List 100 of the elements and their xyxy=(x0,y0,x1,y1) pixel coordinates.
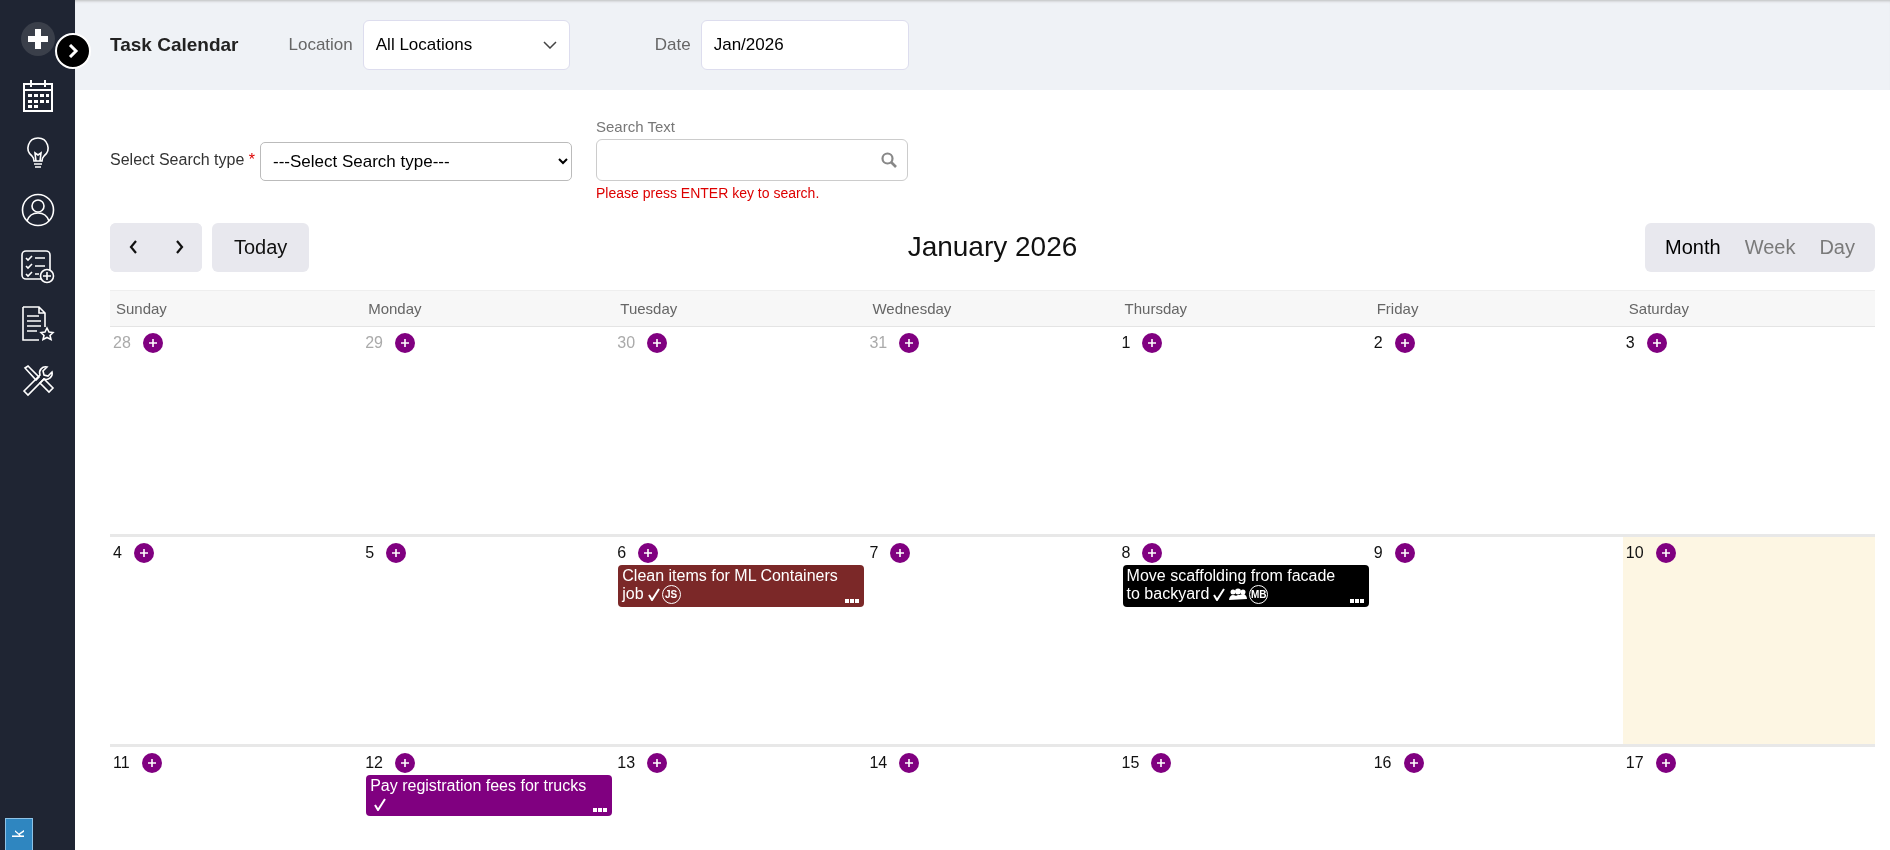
plus-icon xyxy=(147,759,156,767)
month-title: January 2026 xyxy=(907,231,1078,263)
add-task-button[interactable] xyxy=(638,543,659,563)
task-event[interactable]: Clean items for ML Containers job JS xyxy=(618,565,865,608)
plus-icon xyxy=(400,759,409,767)
view-tab[interactable]: Month xyxy=(1653,235,1733,259)
day-number: 5 xyxy=(365,544,375,562)
day-number: 9 xyxy=(1373,544,1383,562)
search-type-label: Select Search type * xyxy=(110,151,255,169)
document-star-icon[interactable] xyxy=(20,305,55,342)
lightbulb-icon[interactable] xyxy=(24,135,51,170)
date-label: Date xyxy=(654,35,691,55)
day-number: 1 xyxy=(1121,334,1131,352)
expand-button[interactable] xyxy=(55,33,91,69)
add-icon[interactable] xyxy=(19,20,56,57)
add-task-button[interactable] xyxy=(386,543,407,563)
add-task-button[interactable] xyxy=(1655,543,1676,563)
day-number: 31 xyxy=(869,334,888,352)
day-number: 28 xyxy=(113,334,131,352)
day-number: 12 xyxy=(365,754,383,772)
plus-icon xyxy=(1148,339,1157,347)
add-task-button[interactable] xyxy=(1403,753,1424,773)
day-number: 7 xyxy=(869,544,879,562)
more-icon[interactable] xyxy=(845,599,860,604)
plus-icon xyxy=(905,759,914,767)
task-event[interactable]: Move scaffolding from facade to backyard MB xyxy=(1122,565,1369,608)
add-task-button[interactable] xyxy=(899,753,920,773)
weekday-header: Tuesday xyxy=(619,300,679,317)
search-text-label: Search Text xyxy=(596,118,676,135)
today-button[interactable]: Today xyxy=(212,222,310,272)
add-task-button[interactable] xyxy=(647,753,668,773)
add-task-button[interactable] xyxy=(1646,333,1667,353)
weekday-header: Monday xyxy=(367,300,423,317)
plus-icon xyxy=(1661,549,1670,557)
weekday-header: Saturday xyxy=(1627,300,1690,317)
search-icon[interactable] xyxy=(881,152,897,168)
add-task-button[interactable] xyxy=(394,753,415,773)
page-title: Task Calendar xyxy=(110,34,239,56)
tools-icon[interactable] xyxy=(20,363,55,398)
plus-icon xyxy=(653,759,662,767)
add-task-button[interactable] xyxy=(1394,543,1415,563)
day-number: 2 xyxy=(1373,334,1383,352)
add-task-button[interactable] xyxy=(394,333,415,353)
plus-icon xyxy=(1400,339,1409,347)
date-field[interactable]: Jan/2026 xyxy=(700,20,909,70)
add-task-button[interactable] xyxy=(1151,753,1172,773)
weekday-header: Sunday xyxy=(115,300,168,317)
location-select[interactable]: All Locations xyxy=(362,20,570,70)
plus-icon xyxy=(1157,759,1166,767)
day-number: 11 xyxy=(113,754,130,772)
weekday-header: Thursday xyxy=(1123,300,1189,317)
chevron-right-icon xyxy=(67,44,79,58)
chevron-down-icon xyxy=(542,41,557,49)
day-number: 4 xyxy=(113,544,122,562)
chevron-left-icon xyxy=(128,240,138,254)
search-field[interactable] xyxy=(596,139,908,181)
plus-icon xyxy=(653,339,662,347)
day-number: 10 xyxy=(1625,544,1644,562)
view-tab[interactable]: Week xyxy=(1732,235,1808,259)
weekday-header: Friday xyxy=(1375,300,1420,317)
add-task-button[interactable] xyxy=(1142,333,1163,353)
add-task-button[interactable] xyxy=(141,753,162,773)
day-number: 17 xyxy=(1625,754,1644,772)
location-label: Location xyxy=(288,35,353,55)
add-task-button[interactable] xyxy=(1394,333,1415,353)
add-task-button[interactable] xyxy=(899,333,920,353)
user-icon[interactable] xyxy=(20,192,55,227)
plus-icon xyxy=(644,549,653,557)
add-task-button[interactable] xyxy=(647,333,668,353)
view-tab[interactable]: Day xyxy=(1807,235,1867,259)
plus-icon xyxy=(1661,759,1670,767)
plus-icon xyxy=(392,549,401,557)
add-task-button[interactable] xyxy=(1655,753,1676,773)
checklist-icon[interactable] xyxy=(20,249,55,284)
plus-icon xyxy=(148,339,157,347)
chevron-right-icon xyxy=(174,240,184,254)
plus-icon xyxy=(1652,339,1661,347)
search-hint: Please press ENTER key to search. xyxy=(596,185,821,201)
calendar-icon[interactable] xyxy=(21,78,54,113)
day-number: 8 xyxy=(1121,544,1131,562)
more-icon[interactable] xyxy=(593,808,608,812)
weekday-header: Wednesday xyxy=(871,300,953,317)
task-event[interactable]: Pay registration fees for trucks xyxy=(366,775,613,816)
search-type-select[interactable]: ---Select Search type--- xyxy=(260,142,572,181)
add-task-button[interactable] xyxy=(890,543,911,563)
more-icon[interactable] xyxy=(1349,599,1364,604)
day-number: 30 xyxy=(617,334,636,352)
plus-icon xyxy=(896,549,905,557)
day-number: 6 xyxy=(617,544,627,562)
plus-icon xyxy=(1400,549,1409,557)
day-number: 15 xyxy=(1121,754,1140,772)
day-number: 29 xyxy=(365,334,383,352)
add-task-button[interactable] xyxy=(1142,543,1163,563)
plus-icon xyxy=(1148,549,1157,557)
add-task-button[interactable] xyxy=(133,543,154,563)
feedback-tab[interactable]: k xyxy=(5,818,33,850)
plus-icon xyxy=(400,339,409,347)
add-task-button[interactable] xyxy=(142,333,163,353)
day-number: 14 xyxy=(869,754,888,772)
plus-icon xyxy=(905,339,914,347)
